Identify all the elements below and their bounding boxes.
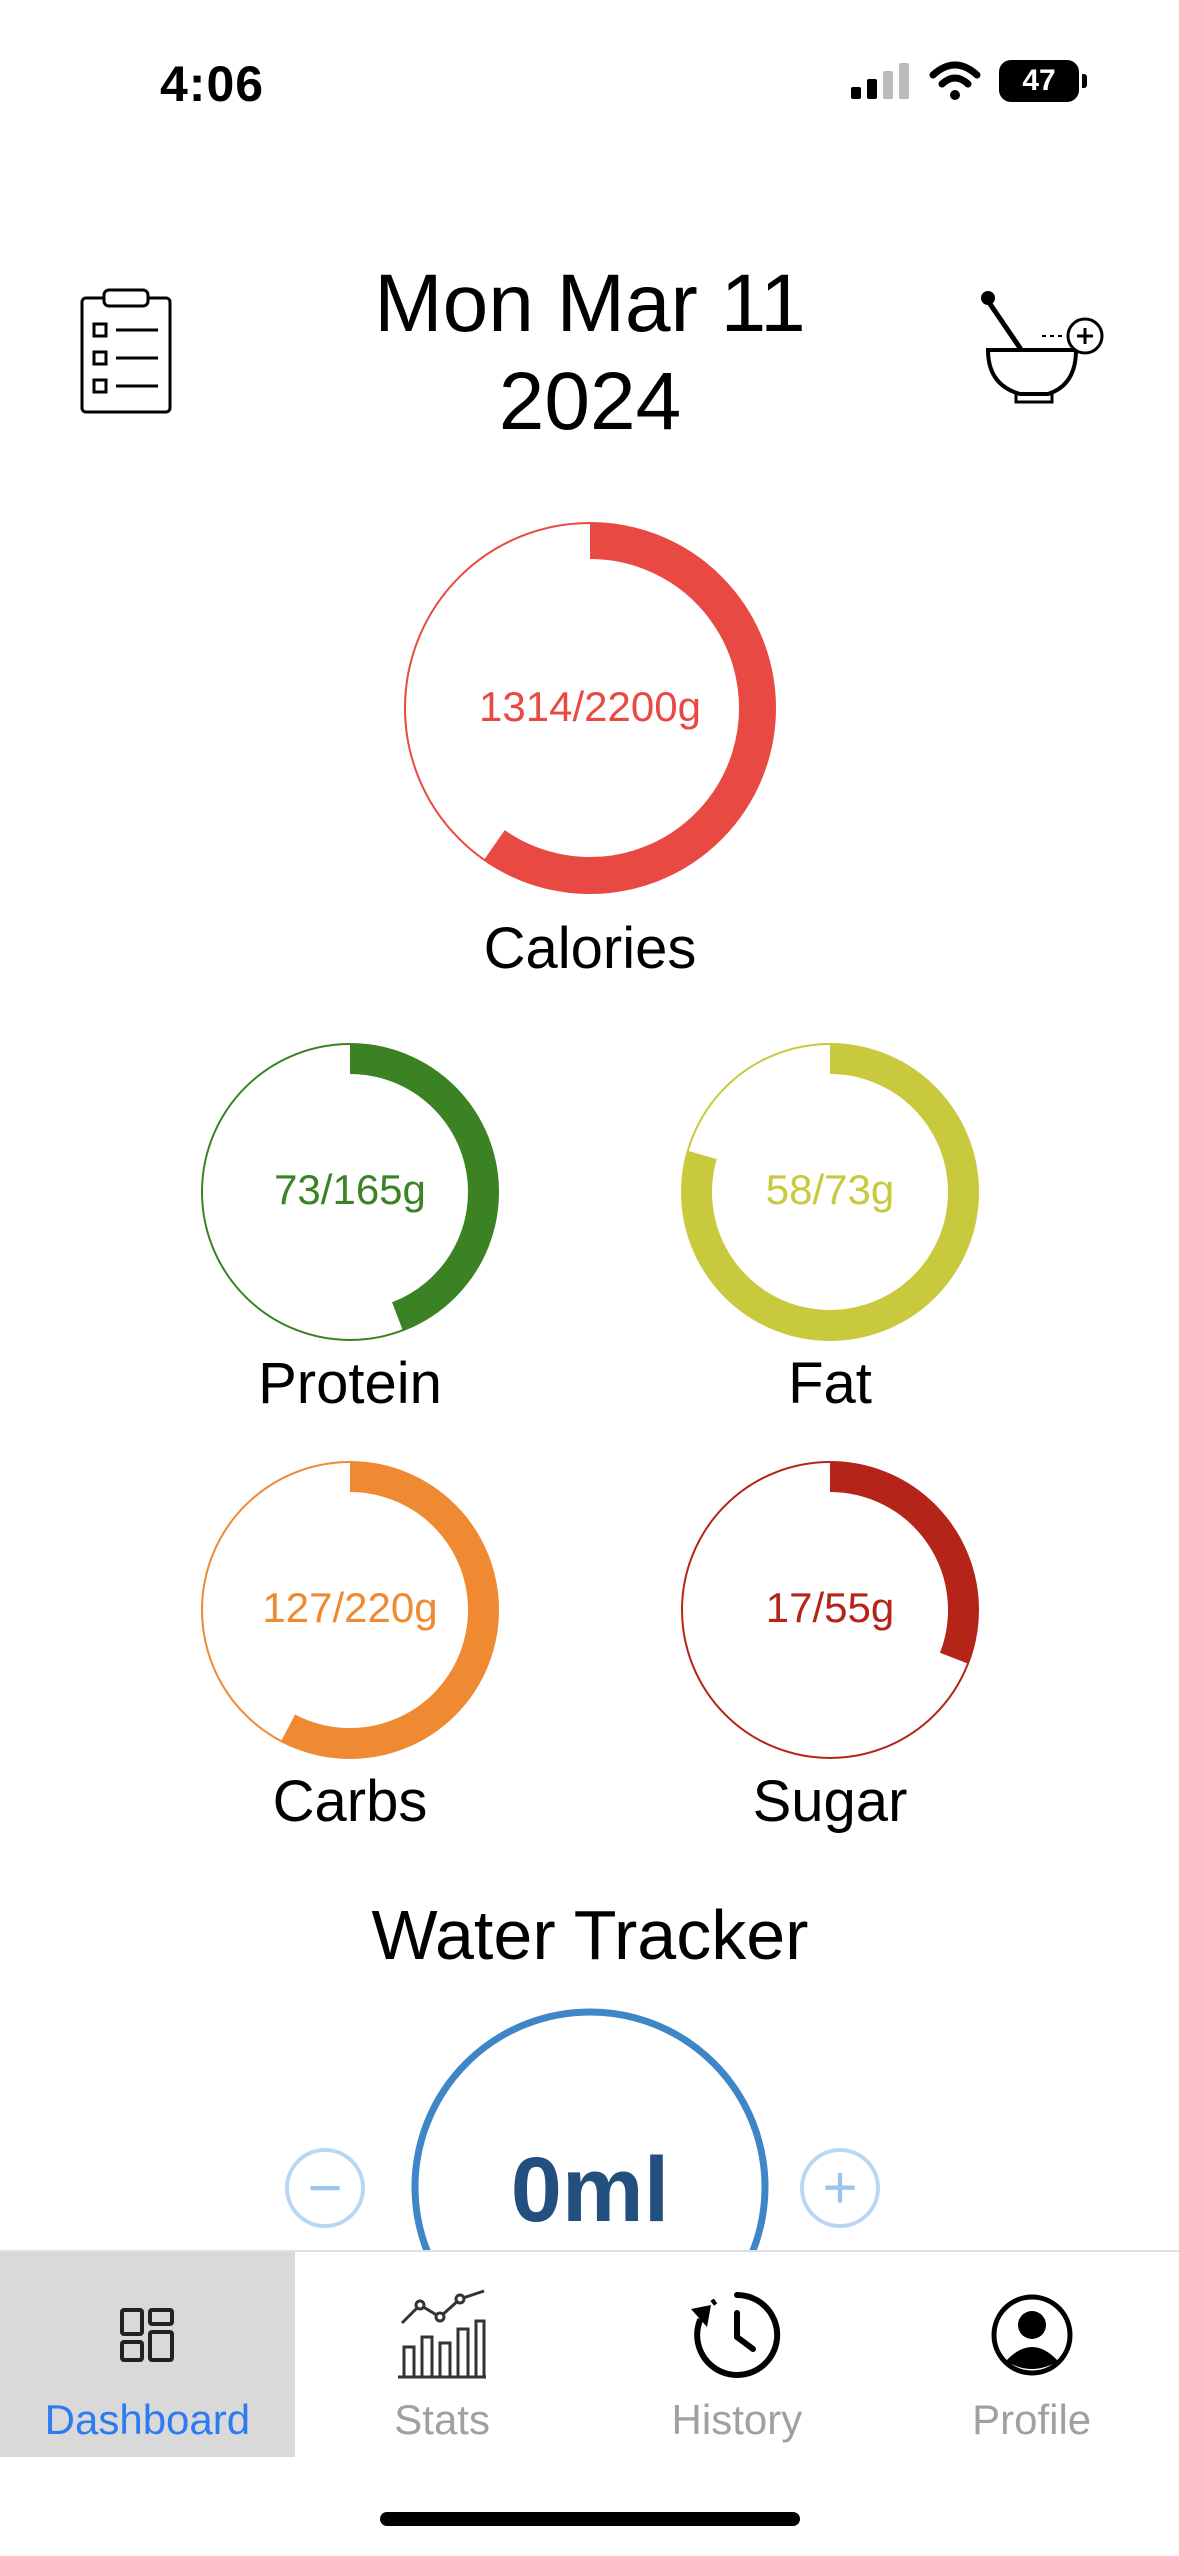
tab-dashboard[interactable]: Dashboard [0,2252,295,2457]
battery-level: 47 [1022,64,1056,97]
tab-history[interactable]: History [590,2252,885,2457]
decrease-water-button[interactable]: − [285,2148,365,2228]
protein-label: Protein [258,1351,442,1416]
protein-value: 73/165g [274,1166,426,1213]
battery-indicator: 47 [999,60,1087,102]
cellular-signal-icon [851,63,909,99]
carbs-value: 127/220g [262,1584,437,1631]
fat-value: 58/73g [766,1166,894,1213]
tab-history-label: History [671,2396,803,2443]
water-gauge[interactable]: 0ml [408,2005,772,2255]
calories-ring: 1314/2200g [400,518,780,898]
home-indicator [380,2512,800,2526]
dashboard-icon [120,2308,175,2362]
profile-icon [991,2294,1073,2376]
sugar-label: Sugar [752,1769,908,1834]
clipboard-list-icon [80,288,172,414]
water-tracker-title: Water Tracker [371,1896,809,1974]
date-line-2: 2024 [498,356,682,447]
food-log-button[interactable] [78,288,178,418]
protein-ring: 73/165g [198,1040,502,1344]
add-meal-button[interactable] [980,290,1110,410]
date-line-1: Mon Mar 11 [374,258,806,349]
increase-water-button[interactable]: + [800,2148,880,2228]
tab-profile-label: Profile [972,2396,1092,2443]
wifi-icon [929,61,981,100]
tab-stats[interactable]: Stats [295,2252,590,2457]
tab-bar: Dashboard Stats History Profile [0,2250,1179,2457]
calories-label: Calories [483,916,697,981]
plus-icon: + [822,2154,858,2221]
status-icons: 47 [851,60,1087,102]
sugar-ring: 17/55g [678,1458,982,1762]
status-time: 4:06 [160,56,265,112]
bowl-add-icon [981,291,1104,404]
current-date: Mon Mar 11 2024 [340,255,840,451]
water-amount: 0ml [511,2139,670,2241]
sugar-value: 17/55g [766,1584,894,1631]
stats-icon [398,2289,487,2379]
minus-icon: − [307,2154,343,2221]
tab-profile[interactable]: Profile [884,2252,1179,2457]
fat-label: Fat [788,1351,872,1416]
tab-dashboard-label: Dashboard [44,2396,251,2443]
history-icon [690,2291,781,2378]
calories-value: 1314/2200g [479,683,701,730]
carbs-ring: 127/220g [198,1458,502,1762]
sugar-progress-arc [829,1462,978,1664]
carbs-label: Carbs [272,1769,428,1834]
tab-stats-label: Stats [394,2396,490,2443]
fat-ring: 58/73g [678,1040,982,1344]
